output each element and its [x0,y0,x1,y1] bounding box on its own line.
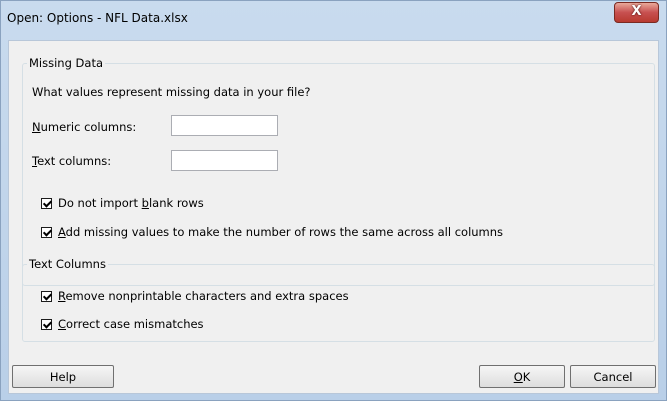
text-columns-legend: Text Columns [29,257,106,271]
help-button[interactable]: Help [12,365,114,388]
checkmark-icon [41,197,52,209]
close-button[interactable]: X [614,2,659,23]
numeric-columns-input[interactable] [171,115,278,136]
text-columns-label: Text columns: [32,154,112,168]
ok-button[interactable]: OK [479,365,565,388]
remove-nonprintable-label: Remove nonprintable characters and extra… [58,289,349,303]
checkmark-icon [41,318,52,330]
text-columns-input[interactable] [171,150,278,171]
cancel-button[interactable]: Cancel [570,365,656,388]
close-icon: X [631,4,642,19]
checkmark-icon [41,226,52,238]
dialog-window: Open: Options - NFL Data.xlsx X Missing … [0,0,667,401]
numeric-columns-label: Numeric columns: [32,120,137,134]
remove-nonprintable-checkbox[interactable]: Remove nonprintable characters and extra… [41,289,349,303]
no-blank-rows-label: Do not import blank rows [58,196,204,210]
missing-data-prompt: What values represent missing data in yo… [32,85,311,99]
correct-case-checkbox[interactable]: Correct case mismatches [41,317,204,331]
correct-case-label: Correct case mismatches [58,317,204,331]
dialog-body: Missing Data What values represent missi… [8,40,659,394]
no-blank-rows-checkbox[interactable]: Do not import blank rows [41,196,204,210]
add-missing-values-checkbox[interactable]: Add missing values to make the number of… [41,225,503,239]
window-title: Open: Options - NFL Data.xlsx [7,11,188,25]
add-missing-values-label: Add missing values to make the number of… [58,225,504,239]
title-bar[interactable]: Open: Options - NFL Data.xlsx X [1,1,666,41]
checkmark-icon [41,290,52,302]
missing-data-legend: Missing Data [29,56,103,70]
